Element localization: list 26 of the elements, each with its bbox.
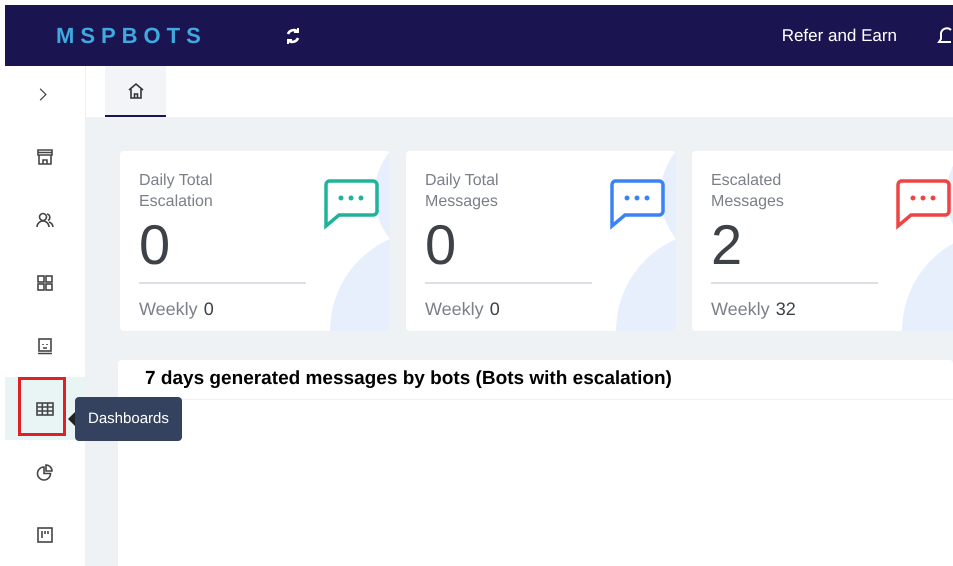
home-icon <box>126 82 144 100</box>
card-value: 0 <box>425 212 458 278</box>
bot-icon <box>36 336 54 354</box>
card-title: Escalated Messages <box>711 171 785 212</box>
weekly-label: Weekly <box>139 298 198 321</box>
table-icon <box>36 400 54 416</box>
pie-icon <box>36 462 54 480</box>
card-value: 0 <box>139 212 172 278</box>
home-tab[interactable] <box>105 66 166 117</box>
expand-chevron-icon[interactable] <box>37 88 49 101</box>
board-icon <box>36 526 54 544</box>
tooltip: Dashboards <box>75 397 182 441</box>
store-icon <box>36 148 54 166</box>
highlight-frame <box>18 377 66 436</box>
weekly-label: Weekly <box>711 298 770 321</box>
users-icon <box>36 210 54 228</box>
card-value: 2 <box>711 212 744 278</box>
weekly-label: Weekly <box>425 298 484 321</box>
refer-link[interactable]: Refer and Earn <box>782 22 897 48</box>
weekly-value: 0 <box>490 298 500 321</box>
logo[interactable]: MSPBOTS <box>56 19 207 52</box>
weekly-value: 32 <box>776 298 796 321</box>
card-title: Daily Total Escalation <box>139 171 214 212</box>
grid-icon <box>36 274 54 292</box>
weekly-value: 0 <box>204 298 214 321</box>
card-title: Daily Total Messages <box>425 171 500 212</box>
